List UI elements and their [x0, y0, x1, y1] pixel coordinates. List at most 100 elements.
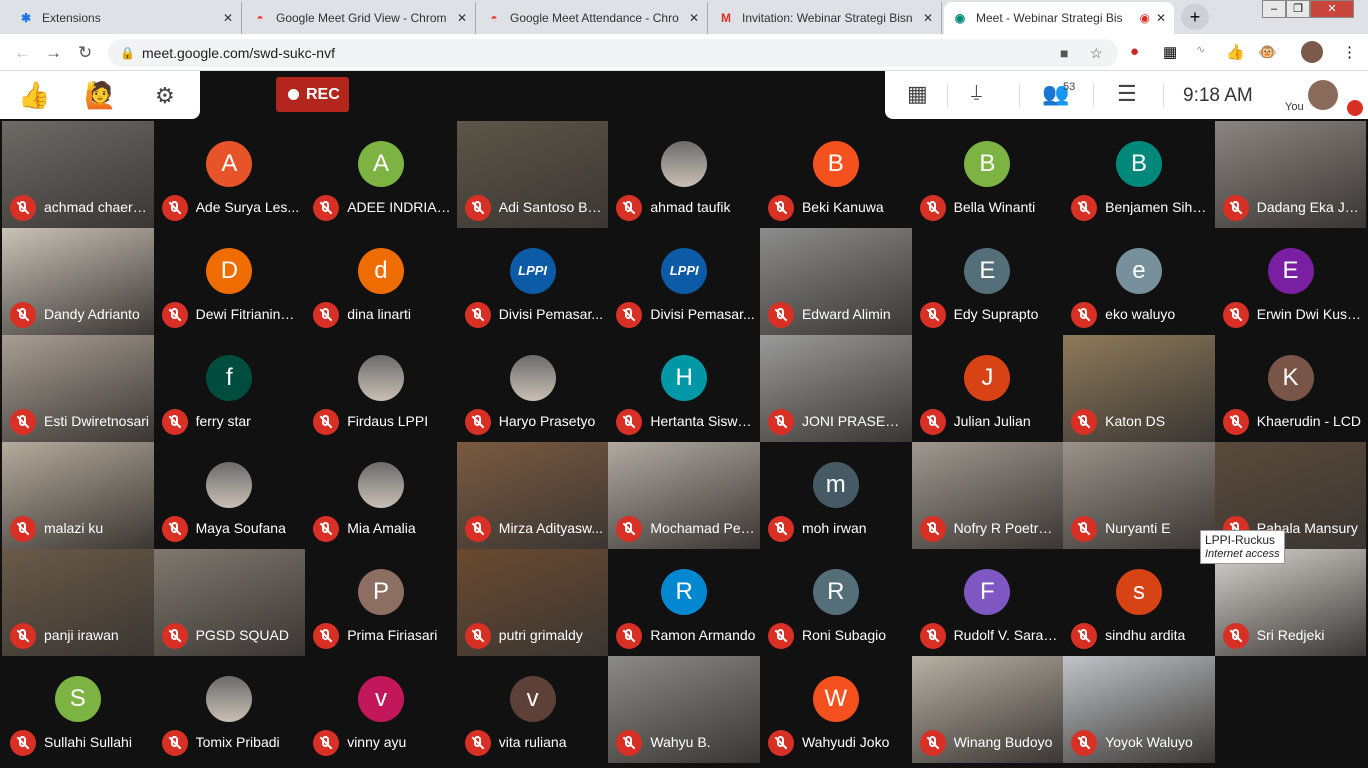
- close-tab-icon[interactable]: ✕: [689, 11, 699, 25]
- participant-tile[interactable]: Dandy Adrianto: [2, 228, 154, 335]
- participant-tile[interactable]: panji irawan: [2, 549, 154, 656]
- participant-tile[interactable]: Sri Redjeki: [1214, 549, 1367, 656]
- audio-extension-icon[interactable]: ∿: [1196, 43, 1205, 56]
- tab-attendance[interactable]: ◓ Google Meet Attendance - Chro ✕: [478, 2, 708, 34]
- participant-tile[interactable]: K Khaerudin - LCD: [1214, 335, 1367, 442]
- participant-tile[interactable]: v vinny ayu: [305, 656, 457, 763]
- participant-tile[interactable]: R Roni Subagio: [759, 549, 912, 656]
- participant-tile[interactable]: ahmad taufik: [608, 121, 760, 228]
- participant-tile[interactable]: PGSD SQUAD: [153, 549, 306, 656]
- participant-tile[interactable]: S Sullahi Sullahi: [2, 656, 154, 763]
- close-tab-icon[interactable]: ✕: [223, 11, 233, 25]
- participant-tile[interactable]: E Erwin Dwi Kusu...: [1214, 228, 1367, 335]
- close-tab-icon[interactable]: ✕: [457, 11, 467, 25]
- camera-icon[interactable]: ■: [1060, 39, 1068, 67]
- participant-tile[interactable]: achmad chaeru...: [2, 121, 154, 228]
- participant-tile[interactable]: A Ade Surya Les...: [153, 121, 306, 228]
- back-button[interactable]: ←: [14, 43, 31, 63]
- mic-off-icon: [313, 409, 340, 435]
- participant-tile[interactable]: Firdaus LPPI: [305, 335, 457, 442]
- participant-tile[interactable]: m moh irwan: [759, 442, 912, 549]
- participant-tile[interactable]: E Edy Suprapto: [911, 228, 1064, 335]
- thumbs-up-extension-icon[interactable]: 👍: [1226, 43, 1245, 61]
- url-input[interactable]: 🔒 meet.google.com/swd-sukc-nvf ■ ☆: [108, 39, 1118, 67]
- recording-indicator-icon: ◉: [1139, 11, 1150, 25]
- chat-icon[interactable]: ☰: [1117, 81, 1137, 107]
- participant-tile[interactable]: B Bella Winanti: [911, 121, 1064, 228]
- gear-icon[interactable]: ⚙: [155, 83, 175, 109]
- star-icon[interactable]: ☆: [1090, 39, 1103, 67]
- participant-name: Ade Surya Les...: [195, 199, 300, 215]
- new-tab-button[interactable]: +: [1181, 4, 1209, 30]
- participant-tile[interactable]: LPPI Divisi Pemasar...: [608, 228, 760, 335]
- profile-avatar[interactable]: [1301, 41, 1323, 63]
- avatar: A: [206, 141, 253, 187]
- extension-icon[interactable]: ●: [1130, 43, 1139, 60]
- participant-tile[interactable]: B Benjamen Siho...: [1063, 121, 1215, 228]
- participant-tile[interactable]: Nuryanti E: [1063, 442, 1215, 549]
- participant-tile[interactable]: H Hertanta Siswo...: [608, 335, 760, 442]
- participant-tile[interactable]: Adi Santoso Bu...: [456, 121, 609, 228]
- participant-tile[interactable]: malazi ku: [2, 442, 154, 549]
- clock: 9:18 AM: [1183, 85, 1253, 106]
- participant-tile[interactable]: F Rudolf V. Saragi...: [911, 549, 1064, 656]
- participant-name: Mia Amalia: [347, 520, 416, 536]
- participant-tile[interactable]: e eko waluyo: [1063, 228, 1215, 335]
- participant-tile[interactable]: P Prima Firiasari: [305, 549, 457, 656]
- avatar: H: [661, 355, 708, 401]
- reload-button[interactable]: ↻: [78, 43, 92, 63]
- tab-extensions[interactable]: ✱ Extensions ✕: [10, 2, 242, 34]
- participant-tile[interactable]: Nofry R Poetra -...: [911, 442, 1064, 549]
- close-tab-icon[interactable]: ✕: [1156, 11, 1166, 25]
- participant-tile[interactable]: Maya Soufana: [153, 442, 306, 549]
- close-window-button[interactable]: ✕: [1310, 0, 1354, 18]
- participant-tile[interactable]: Wahyu B.: [608, 656, 760, 763]
- mic-off-icon: [616, 409, 643, 435]
- participant-tile[interactable]: W Wahyudi Joko: [759, 656, 912, 763]
- participant-name: dina linarti: [347, 306, 412, 322]
- minimize-button[interactable]: –: [1262, 0, 1286, 18]
- photo-avatar: [206, 676, 253, 722]
- present-icon[interactable]: ⍊: [971, 81, 982, 102]
- participant-tile[interactable]: J Julian Julian: [911, 335, 1064, 442]
- participant-tile[interactable]: B Beki Kanuwa: [759, 121, 912, 228]
- tab-invitation[interactable]: M Invitation: Webinar Strategi Bisn ✕: [710, 2, 942, 34]
- mic-off-icon: [464, 302, 491, 328]
- menu-icon[interactable]: ⋮: [1342, 43, 1357, 61]
- mic-off-icon: [767, 409, 794, 435]
- participant-tile[interactable]: Tomix Pribadi: [153, 656, 306, 763]
- tab-grid-view[interactable]: ◓ Google Meet Grid View - Chrom ✕: [244, 2, 476, 34]
- participant-name: Rudolf V. Saragi...: [953, 627, 1060, 643]
- participant-tile[interactable]: Haryo Prasetyo: [456, 335, 609, 442]
- restore-button[interactable]: ❐: [1286, 0, 1310, 18]
- participant-tile[interactable]: putri grimaldy: [456, 549, 609, 656]
- participant-grid: achmad chaeru... A Ade Surya Les... A ADEE I…: [2, 121, 1367, 763]
- participant-tile[interactable]: Yoyok Waluyo: [1063, 656, 1215, 763]
- participant-tile[interactable]: f ferry star: [153, 335, 306, 442]
- participant-tile[interactable]: R Ramon Armando: [608, 549, 760, 656]
- participant-tile[interactable]: s sindhu ardita: [1063, 549, 1215, 656]
- participant-tile[interactable]: Mochamad Pen...: [608, 442, 760, 549]
- participant-tile[interactable]: Katon DS: [1063, 335, 1215, 442]
- participant-tile[interactable]: D Dewi Fitrianingr...: [153, 228, 306, 335]
- thumbs-up-icon[interactable]: 👍: [18, 80, 50, 111]
- participant-tile[interactable]: JONI PRASETIY...: [759, 335, 912, 442]
- mic-off-icon: [313, 516, 340, 542]
- grid-view-icon[interactable]: ▦: [907, 81, 928, 107]
- participant-tile[interactable]: v vita ruliana: [456, 656, 609, 763]
- participant-tile[interactable]: Mia Amalia: [305, 442, 457, 549]
- raise-hand-icon[interactable]: 🙋: [84, 80, 116, 111]
- participant-tile[interactable]: Winang Budoyo: [911, 656, 1064, 763]
- close-tab-icon[interactable]: ✕: [923, 11, 933, 25]
- monkey-extension-icon[interactable]: 🐵: [1258, 43, 1277, 61]
- participant-tile[interactable]: A ADEE INDRIANA: [305, 121, 457, 228]
- forward-button[interactable]: →: [45, 43, 62, 63]
- grid-extension-icon[interactable]: ▦: [1163, 43, 1177, 61]
- participant-tile[interactable]: Esti Dwiretnosari: [2, 335, 154, 442]
- participant-tile[interactable]: Edward Alimin: [759, 228, 912, 335]
- participant-tile[interactable]: LPPI Divisi Pemasar...: [456, 228, 609, 335]
- participant-tile[interactable]: Dadang Eka Jat...: [1214, 121, 1367, 228]
- tab-meet[interactable]: ◉ Meet - Webinar Strategi Bis ◉ ✕: [944, 2, 1174, 34]
- participant-tile[interactable]: Mirza Adityasw...: [456, 442, 609, 549]
- participant-tile[interactable]: d dina linarti: [305, 228, 457, 335]
